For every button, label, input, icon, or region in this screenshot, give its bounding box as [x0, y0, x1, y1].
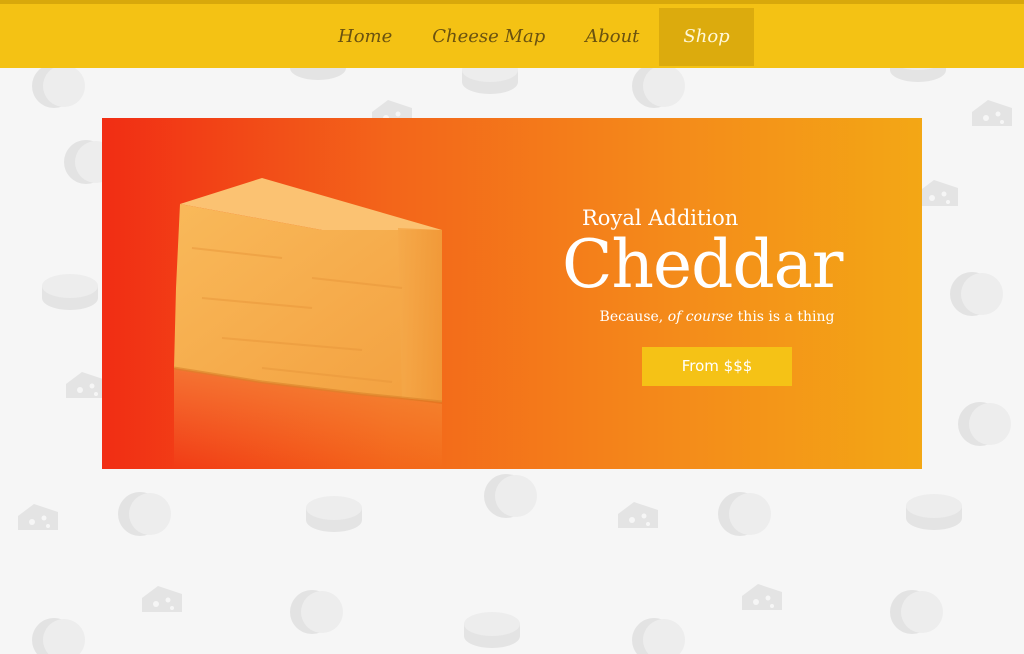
shop-cta-button[interactable]: From $$$ — [642, 347, 792, 386]
nav-about[interactable]: About — [565, 8, 659, 66]
nav-home[interactable]: Home — [318, 8, 412, 66]
top-navbar: Home Cheese Map About Shop — [0, 4, 1024, 68]
hero-tagline: Because, of course this is a thing — [562, 309, 872, 325]
hero-title: Cheddar — [562, 226, 843, 303]
tagline-prefix: Because, — [599, 309, 664, 325]
cheddar-wedge-image — [173, 178, 443, 468]
nav-shop[interactable]: Shop — [659, 8, 754, 66]
nav-cheese-map[interactable]: Cheese Map — [412, 8, 565, 66]
tagline-suffix: this is a thing — [737, 309, 835, 325]
hero-banner: Royal Addition Cheddar Because, of cours… — [102, 118, 922, 469]
tagline-emphasis: of course — [667, 309, 734, 325]
main-nav: Home Cheese Map About Shop — [318, 8, 754, 66]
